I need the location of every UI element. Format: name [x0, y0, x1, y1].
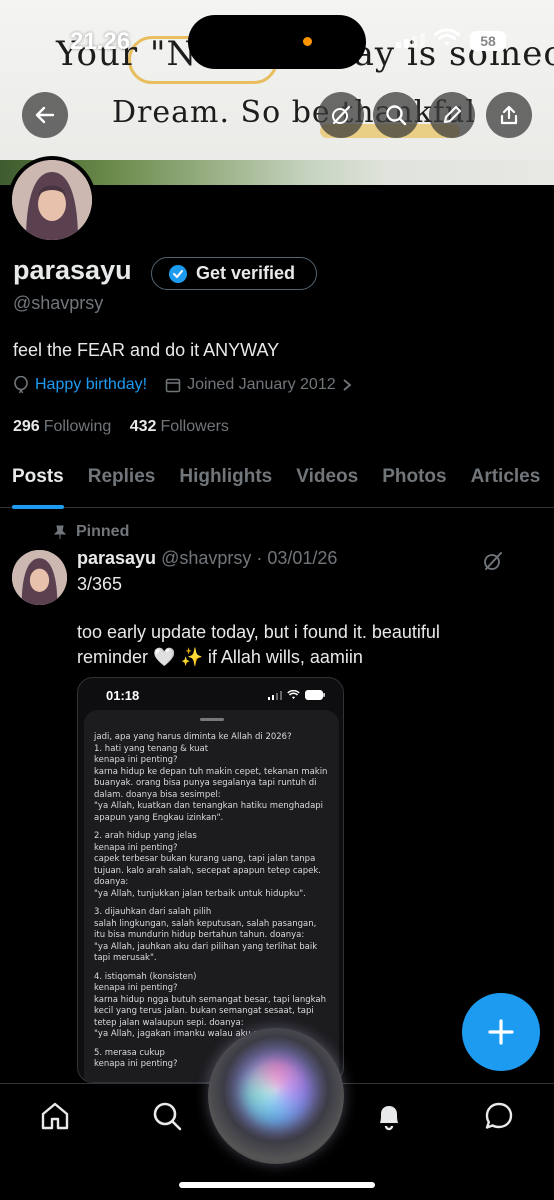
battery-indicator: 58	[470, 31, 506, 51]
back-button[interactable]	[22, 92, 68, 138]
embedded-note-sheet: jadi, apa yang harus diminta ke Allah di…	[84, 710, 339, 1082]
wifi-icon	[434, 28, 460, 46]
plus-icon	[488, 1019, 514, 1045]
embedded-note-line: salah lingkungan, salah keputusan, salah…	[94, 918, 320, 941]
birthday-link[interactable]: Happy birthday!	[35, 376, 147, 394]
status-time: 21.26	[70, 28, 131, 55]
embedded-note-line: "ya Allah, kuatkan dan tenangkan hatiku …	[94, 801, 326, 823]
avatar-image	[12, 160, 92, 240]
embedded-note-line: 4. istiqomah (konsisten)	[94, 971, 197, 982]
banner-text-line2: Dream. So be thankful	[112, 95, 476, 130]
embedded-note-line: jadi, apa yang harus diminta ke Allah di…	[94, 732, 292, 742]
post-text: too early update today, but i found it. …	[77, 622, 440, 667]
embedded-note-text: jadi, apa yang harus diminta ke Allah di…	[94, 732, 329, 1071]
tab-articles[interactable]: Articles	[459, 450, 553, 508]
edit-profile-button[interactable]	[429, 92, 475, 138]
embedded-note-line: kenapa ini penting?	[94, 842, 178, 853]
pinned-indicator: Pinned	[54, 523, 129, 541]
tab-photos[interactable]: Photos	[370, 450, 458, 508]
tab-videos[interactable]: Videos	[284, 450, 370, 508]
balloon-icon	[14, 376, 28, 394]
pencil-icon	[444, 106, 461, 123]
compose-post-button[interactable]	[462, 993, 540, 1071]
followers-count: 432	[129, 418, 157, 435]
followers-link[interactable]: 432 Followers	[130, 418, 229, 435]
cellular-signal-icon	[396, 33, 425, 48]
arrow-left-icon	[35, 106, 55, 124]
embedded-note-line: 1. hati yang tenang & kuat	[94, 743, 209, 754]
share-button[interactable]	[486, 92, 532, 138]
pin-icon	[54, 525, 66, 539]
embedded-note-line: karna hidup ngga butuh semangat besar, t…	[94, 994, 329, 1028]
home-icon	[41, 1102, 69, 1130]
tab-posts[interactable]: Posts	[0, 450, 76, 509]
embedded-note-line	[94, 965, 329, 972]
sheet-grabber	[200, 718, 224, 721]
follow-stats: 296 Following 432 Followers	[13, 418, 229, 436]
post-author-name[interactable]: parasayu	[77, 548, 156, 568]
profile-tabs: Posts Replies Highlights Videos Photos A…	[0, 450, 554, 509]
grok-icon	[332, 105, 351, 125]
search-button[interactable]	[373, 92, 419, 138]
grok-analyze-icon[interactable]	[482, 550, 504, 572]
embedded-note-line: karna hidup ke depan tuh makin cepet, te…	[94, 766, 331, 800]
profile-bio: feel the FEAR and do it ANYWAY	[13, 340, 280, 360]
profile-avatar[interactable]	[8, 156, 96, 244]
profile-handle: @shavprsy	[13, 293, 104, 313]
siri-orb[interactable]	[208, 1028, 344, 1164]
post-text-line1: 3/365	[77, 574, 123, 594]
nav-home[interactable]	[38, 1099, 72, 1133]
profile-name: parasayu	[13, 255, 132, 285]
embedded-note-line	[94, 900, 329, 907]
post-header: parasayu @shavprsy · 03/01/26	[77, 548, 337, 569]
profile-meta: Happy birthday! Joined January 2012	[13, 376, 352, 394]
nav-messages[interactable]	[482, 1099, 516, 1133]
embedded-status-icons	[268, 690, 325, 700]
embedded-note-line	[94, 824, 329, 831]
embedded-note-line: capek terbesar bukan kurang uang, tapi j…	[94, 854, 324, 887]
home-indicator[interactable]	[179, 1182, 375, 1188]
post-handle-date: @shavprsy · 03/01/26	[161, 548, 338, 568]
following-link[interactable]: 296 Following	[13, 418, 111, 435]
tab-replies[interactable]: Replies	[76, 450, 168, 508]
bell-icon	[380, 1106, 398, 1131]
pinned-label: Pinned	[76, 523, 130, 540]
search-icon	[153, 1102, 182, 1131]
embedded-note-line: 3. dijauhkan dari salah pilih	[94, 907, 212, 917]
get-verified-button[interactable]: Get verified	[151, 257, 317, 290]
embedded-note-line: 2. arah hidup yang jelas	[94, 831, 197, 841]
chat-bubble-icon	[485, 1102, 513, 1129]
embedded-status-time: 01:18	[106, 688, 140, 703]
tab-highlights[interactable]: Highlights	[167, 450, 284, 508]
following-count: 296	[13, 418, 40, 435]
embedded-note-line: "ya Allah, tunjukkan jalan terbaik untuk…	[94, 888, 306, 899]
embedded-note-line: "ya Allah, jauhkan aku dari pilihan yang…	[94, 941, 320, 964]
get-verified-label: Get verified	[196, 263, 296, 283]
post-avatar[interactable]	[12, 550, 67, 605]
chevron-right-icon[interactable]	[342, 378, 352, 392]
embedded-note-line: kenapa ini penting?	[94, 983, 178, 993]
share-icon	[500, 105, 518, 125]
search-icon	[386, 105, 407, 126]
joined-date: Joined January 2012	[187, 376, 336, 393]
nav-notifications[interactable]	[372, 1099, 406, 1133]
embedded-note-line: kenapa ini penting?	[94, 755, 178, 765]
nav-search[interactable]	[150, 1099, 184, 1133]
calendar-icon	[165, 378, 181, 393]
dynamic-island	[188, 15, 366, 69]
post-image[interactable]: 01:18 jadi, apa yang harus diminta ke Al…	[77, 677, 344, 1083]
privacy-indicator-dot	[303, 37, 312, 46]
grok-button[interactable]	[318, 92, 364, 138]
followers-label: Followers	[160, 418, 229, 435]
verified-badge-icon	[169, 264, 187, 283]
following-label: Following	[43, 418, 112, 435]
